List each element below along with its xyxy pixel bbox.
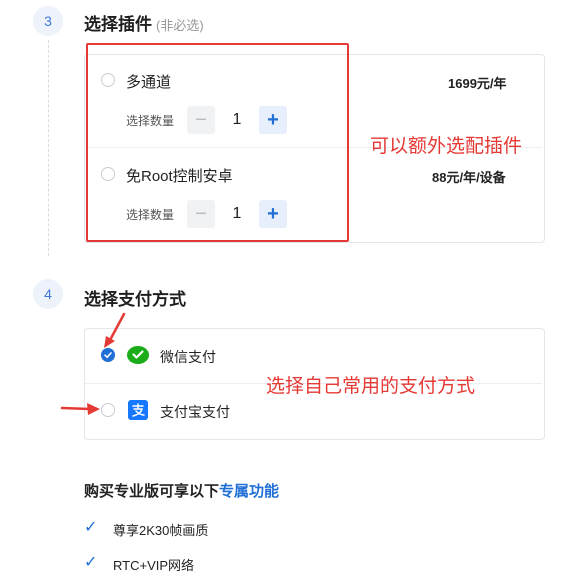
optional-hint: (非必选) <box>156 18 204 33</box>
benefits-title-text: 购买专业版可享以下 <box>84 483 220 500</box>
benefit-item: RTC+VIP网络 <box>113 558 195 573</box>
step-number-3: 3 <box>33 6 63 36</box>
section-title-payment: 选择支付方式 <box>84 290 186 309</box>
payment-radio-alipay[interactable] <box>101 403 115 417</box>
plugin-price-multichannel: 1699元/年 <box>448 76 507 91</box>
annotation-arrow-right <box>60 403 100 415</box>
step-number-4: 4 <box>33 279 63 309</box>
plugin-price-rootless-android: 88元/年/设备 <box>432 170 506 185</box>
exclusive-features-link[interactable]: 专属功能 <box>219 483 279 500</box>
annotation-highlight-box <box>86 43 349 242</box>
benefits-title: 购买专业版可享以下专属功能 <box>84 480 279 501</box>
payment-label-alipay: 支付宝支付 <box>160 404 230 420</box>
annotation-arrow-down <box>104 312 126 348</box>
check-icon: ✓ <box>84 519 98 536</box>
benefit-item: 尊享2K30帧画质 <box>113 523 209 538</box>
check-icon: ✓ <box>84 554 98 571</box>
payment-label-wechat: 微信支付 <box>160 349 216 365</box>
section-title-plugins: 选择插件 (非必选) <box>84 10 204 35</box>
annotation-plugins: 可以额外选配插件 <box>370 136 523 157</box>
alipay-icon <box>128 400 148 420</box>
step-connector <box>48 40 49 256</box>
annotation-payment: 选择自己常用的支付方式 <box>266 376 476 397</box>
section-title-text: 选择插件 <box>84 15 152 34</box>
